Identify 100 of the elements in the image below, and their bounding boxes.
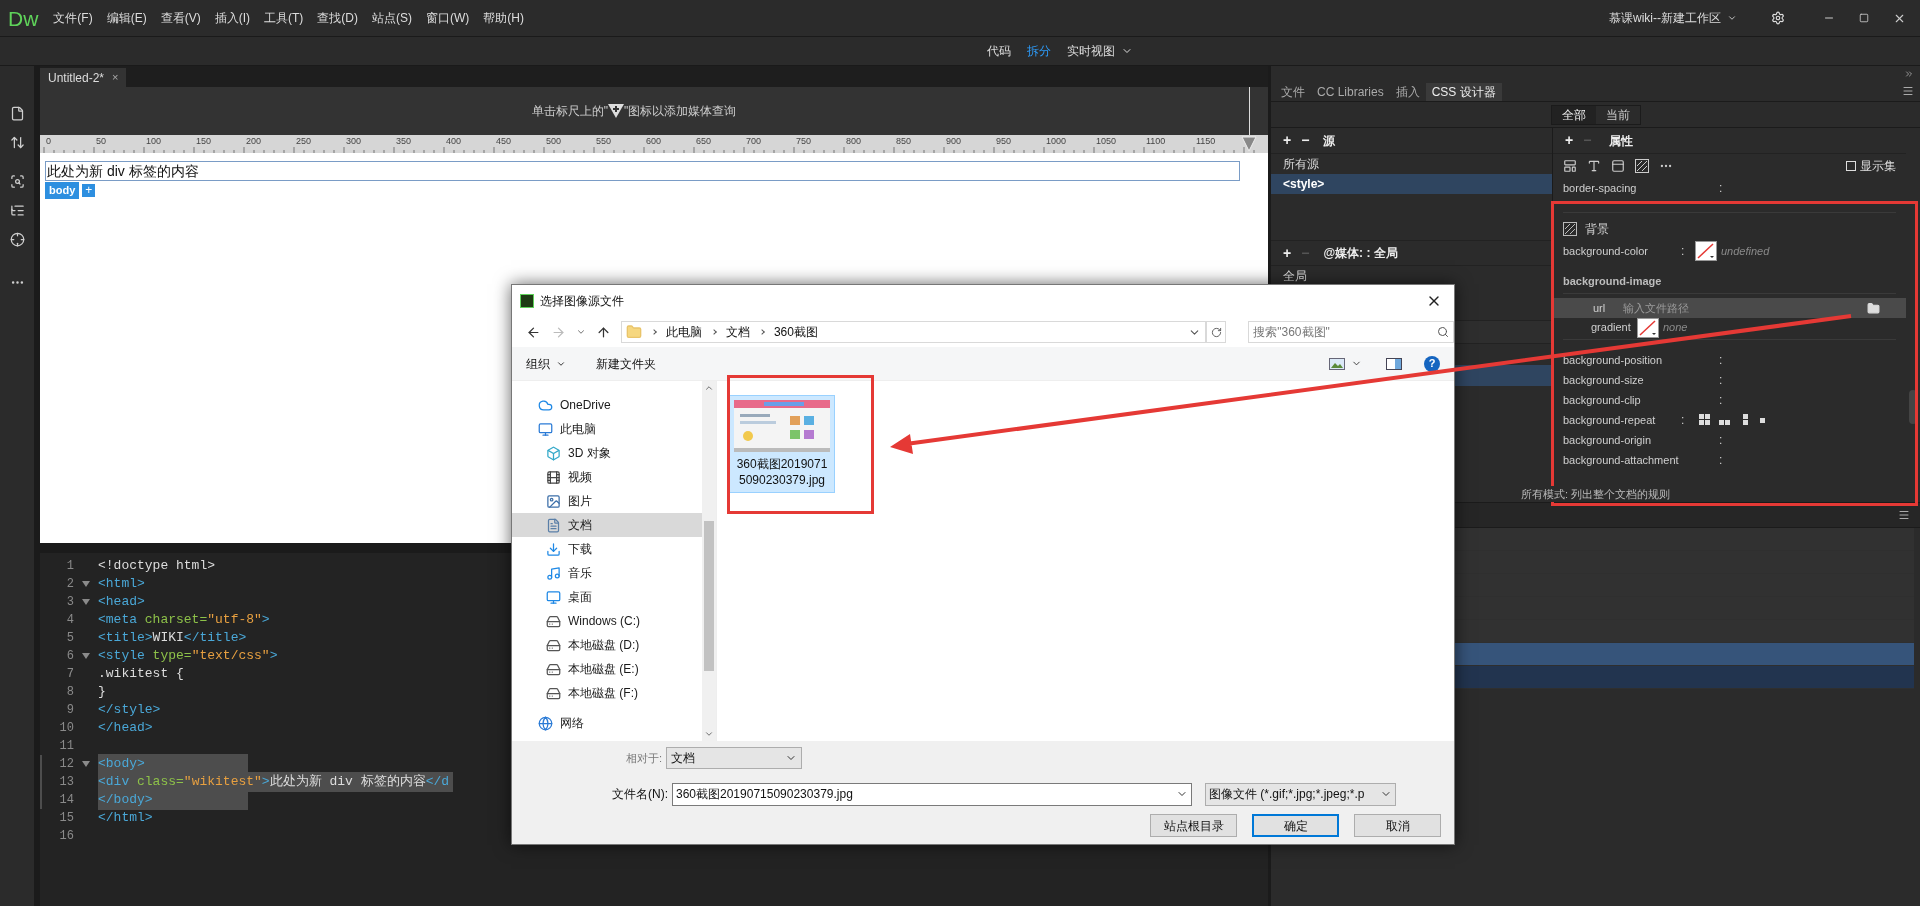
relative-select[interactable]: 文档 (666, 747, 803, 769)
color-swatch[interactable] (1695, 241, 1717, 261)
source-item[interactable]: <style> (1271, 174, 1552, 194)
scrollbar-thumb[interactable] (1909, 390, 1917, 424)
nav-item[interactable]: 音乐 (512, 561, 702, 585)
ruler-label: 300 (346, 135, 362, 148)
breadcrumb[interactable]: 360截图 (773, 323, 818, 341)
menu-item[interactable]: 文件(F) (46, 9, 100, 27)
menu-item[interactable]: 编辑(E) (99, 9, 154, 27)
menu-item[interactable]: 查看(V) (153, 9, 208, 27)
search-field[interactable]: 搜索"360截图" (1248, 321, 1454, 343)
inspect-icon[interactable] (9, 174, 25, 189)
filename-field[interactable]: 360截图20190715090230379.jpg (672, 782, 1192, 806)
up-icon[interactable] (595, 324, 611, 340)
search-input[interactable]: 搜索"360截图" (1253, 323, 1437, 341)
repeat-x-icon[interactable] (1719, 420, 1731, 425)
structure-icon[interactable] (9, 203, 25, 218)
address-bar[interactable]: 此电脑 文档 360截图 (620, 321, 1207, 343)
preview-pane-icon[interactable] (1386, 357, 1402, 370)
panel-tab[interactable]: 文件 (1275, 83, 1311, 101)
url-input[interactable]: 输入文件路径 (1623, 299, 1867, 317)
folder-icon[interactable] (1867, 301, 1880, 315)
nav-item[interactable]: 桌面 (512, 585, 702, 609)
menu-item[interactable]: 站点(S) (365, 9, 419, 27)
div-element[interactable]: 此处为新 div 标签的内容 (45, 161, 1240, 181)
dialog-button[interactable]: 取消 (1354, 814, 1441, 837)
show-set-checkbox[interactable]: 显示集 (1846, 157, 1896, 175)
line-number: 7 (65, 666, 74, 683)
file-type-select[interactable]: 图像文件 (*.gif;*.jpg;*.jpeg;*.p (1205, 782, 1396, 806)
nav-item[interactable]: 下载 (512, 537, 702, 561)
background-category-icon[interactable] (1635, 159, 1649, 173)
add-property-button[interactable]: + (1565, 130, 1574, 151)
colon: : (1719, 352, 1724, 369)
help-button[interactable]: ? (1424, 355, 1440, 372)
scroll-up-icon[interactable] (704, 383, 714, 393)
panel-tab[interactable]: 插入 (1389, 83, 1426, 101)
target-icon[interactable] (9, 232, 25, 247)
filename-input[interactable]: 360截图20190715090230379.jpg (676, 785, 1176, 803)
menu-item[interactable]: 查找(D) (310, 9, 365, 27)
organize-menu[interactable]: 组织 (526, 354, 566, 373)
add-media-button[interactable]: + (1283, 242, 1292, 264)
repeat-y-icon[interactable] (1743, 414, 1748, 426)
file-icon[interactable] (9, 106, 25, 121)
repeat-icon[interactable] (1699, 414, 1711, 426)
view-tab[interactable]: 拆分 (1027, 42, 1051, 60)
fold-icon[interactable] (82, 761, 90, 767)
file-item[interactable]: 360截图20190715090230379.jpg (729, 395, 835, 493)
panel-tab[interactable]: CC Libraries (1311, 83, 1390, 101)
breadcrumb[interactable]: 此电脑 (665, 323, 702, 341)
view-mode-icon[interactable] (1329, 357, 1345, 370)
nav-item[interactable]: Windows (C:) (512, 609, 702, 633)
scroll-down-icon[interactable] (704, 729, 714, 739)
nav-item[interactable]: 3D 对象 (512, 441, 702, 465)
back-icon[interactable] (526, 324, 541, 340)
dialog-button[interactable]: 站点根目录 (1150, 814, 1237, 837)
fold-icon[interactable] (82, 581, 90, 587)
view-tab[interactable]: 实时视图 (1067, 42, 1133, 60)
refresh-button[interactable] (1206, 321, 1227, 343)
nav-item[interactable]: 本地磁盘 (E:) (512, 657, 702, 681)
source-item[interactable]: 所有源 (1271, 154, 1552, 174)
nav-item[interactable]: 此电脑 (512, 417, 702, 441)
transfer-icon[interactable] (9, 135, 25, 150)
menu-item[interactable]: 工具(T) (257, 9, 311, 27)
panel-menu-icon[interactable] (1898, 509, 1910, 521)
no-repeat-icon[interactable] (1760, 417, 1765, 423)
document-tab[interactable]: Untitled-2* × (40, 68, 127, 87)
panel-tab[interactable]: CSS 设计器 (1425, 83, 1502, 101)
menu-item[interactable]: 插入(I) (207, 9, 257, 27)
menu-item[interactable]: 帮助(H) (476, 9, 531, 27)
nav-item[interactable]: 本地磁盘 (D:) (512, 633, 702, 657)
border-category-icon[interactable] (1611, 159, 1625, 173)
settings-icon[interactable] (1771, 11, 1785, 25)
nav-item[interactable]: 视频 (512, 465, 702, 489)
gradient-swatch[interactable] (1637, 317, 1659, 338)
nav-item[interactable]: 本地磁盘 (F:) (512, 681, 702, 705)
view-tab[interactable]: 代码 (987, 42, 1011, 60)
remove-source-button[interactable]: − (1301, 130, 1310, 151)
nav-item[interactable]: 图片 (512, 489, 702, 513)
dialog-button[interactable]: 确定 (1252, 814, 1339, 837)
recent-caret-icon[interactable] (575, 327, 586, 337)
tab-close[interactable]: × (112, 69, 119, 86)
fold-icon[interactable] (82, 653, 90, 659)
new-folder-button[interactable]: 新建文件夹 (596, 354, 656, 373)
text-category-icon[interactable] (1587, 159, 1601, 173)
menu-item[interactable]: 窗口(W) (419, 9, 477, 27)
fold-icon[interactable] (82, 599, 90, 605)
media-item[interactable]: 全局 (1271, 266, 1552, 286)
nav-item[interactable]: 网络 (512, 711, 702, 735)
maximize-icon[interactable] (1859, 13, 1869, 23)
scrollbar-thumb[interactable] (704, 521, 714, 671)
add-source-button[interactable]: + (1283, 130, 1292, 151)
nav-item[interactable]: OneDrive (512, 393, 702, 417)
panel-menu-icon[interactable] (1902, 85, 1914, 97)
breadcrumb[interactable]: 文档 (725, 323, 750, 341)
workspace-switcher[interactable]: 慕课wiki--新建工作区 (1601, 9, 1745, 27)
collapse-icon[interactable] (1904, 69, 1914, 79)
nav-item[interactable]: 文档 (512, 513, 702, 537)
url-field[interactable]: url 输入文件路径 (1553, 298, 1906, 318)
layout-category-icon[interactable] (1563, 159, 1577, 173)
filter-toggle[interactable]: 全部 (1551, 105, 1596, 124)
